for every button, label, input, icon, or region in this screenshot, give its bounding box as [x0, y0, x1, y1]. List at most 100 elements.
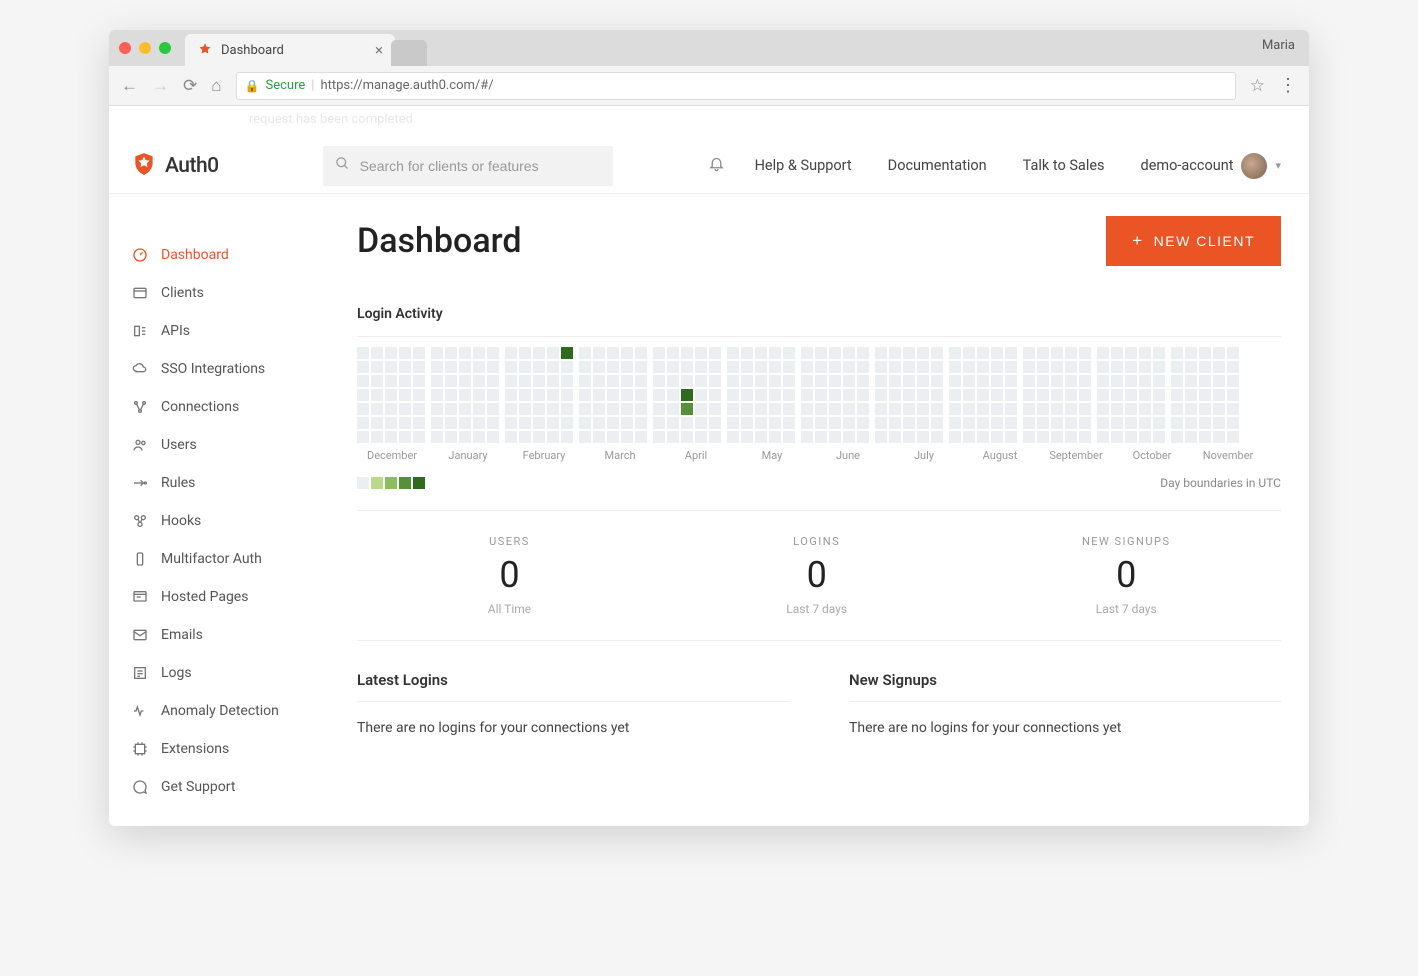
sidebar-item-apis[interactable]: APIs: [131, 312, 329, 350]
heatmap-cell: [607, 403, 619, 415]
address-bar[interactable]: 🔒 Secure | https://manage.auth0.com/#/: [236, 72, 1236, 100]
heatmap-cell: [357, 403, 369, 415]
heatmap-cell: [843, 347, 855, 359]
heatmap-cell: [1111, 347, 1123, 359]
tab-close-icon[interactable]: ×: [375, 41, 383, 59]
heatmap-cell: [741, 417, 753, 429]
sidebar-item-connections[interactable]: Connections: [131, 388, 329, 426]
heatmap-cell: [875, 417, 887, 429]
sidebar-item-hosted[interactable]: Hosted Pages: [131, 578, 329, 616]
heatmap-cell: [931, 389, 943, 401]
heatmap-cell: [741, 403, 753, 415]
sidebar-item-clients[interactable]: Clients: [131, 274, 329, 312]
window-zoom-dot[interactable]: [159, 42, 171, 54]
browser-menu-icon[interactable]: ⋮: [1279, 75, 1297, 96]
heatmap-cell: [949, 361, 961, 373]
sidebar: DashboardClientsAPIsSSO IntegrationsConn…: [109, 106, 329, 826]
heatmap-cell: [371, 403, 383, 415]
heatmap-cell: [949, 347, 961, 359]
sidebar-item-hooks[interactable]: Hooks: [131, 502, 329, 540]
sidebar-item-mfa[interactable]: Multifactor Auth: [131, 540, 329, 578]
sidebar-item-anomaly[interactable]: Anomaly Detection: [131, 692, 329, 730]
sidebar-item-sso[interactable]: SSO Integrations: [131, 350, 329, 388]
heatmap-cell: [963, 347, 975, 359]
heatmap-cell: [681, 347, 693, 359]
talk-to-sales-link[interactable]: Talk to Sales: [1023, 157, 1105, 174]
browser-profile-label[interactable]: Maria: [1262, 38, 1295, 53]
home-button-icon[interactable]: ⌂: [211, 76, 221, 96]
sidebar-item-emails[interactable]: Emails: [131, 616, 329, 654]
window-close-dot[interactable]: [119, 42, 131, 54]
heatmap-cell: [1125, 403, 1137, 415]
sidebar-item-rules[interactable]: Rules: [131, 464, 329, 502]
address-separator: |: [311, 78, 314, 93]
sidebar-item-dashboard[interactable]: Dashboard: [131, 236, 329, 274]
heatmap-cell: [385, 389, 397, 401]
heatmap-cell: [607, 361, 619, 373]
sidebar-item-users[interactable]: Users: [131, 426, 329, 464]
heatmap-cell: [357, 417, 369, 429]
heatmap-cell: [667, 431, 679, 443]
faded-banner-text: request has been completed: [249, 112, 413, 127]
help-support-link[interactable]: Help & Support: [755, 157, 852, 174]
new-client-button[interactable]: + NEW CLIENT: [1106, 216, 1281, 266]
heatmap-cell: [1153, 431, 1165, 443]
back-button-icon[interactable]: ←: [121, 76, 138, 96]
sidebar-item-logs[interactable]: Logs: [131, 654, 329, 692]
sidebar-item-extensions[interactable]: Extensions: [131, 730, 329, 768]
heatmap-cell: [783, 375, 795, 387]
heatmap-cell: [889, 347, 901, 359]
documentation-link[interactable]: Documentation: [888, 157, 987, 174]
logo[interactable]: Auth0: [131, 151, 219, 181]
heatmap-cell: [1051, 375, 1063, 387]
sidebar-item-support[interactable]: Get Support: [131, 768, 329, 806]
heatmap-cell: [1023, 431, 1035, 443]
tenant-switcher[interactable]: demo-account ▾: [1141, 153, 1281, 179]
notifications-bell-icon[interactable]: [708, 155, 725, 177]
heatmap-cell: [903, 347, 915, 359]
heatmap-month-label: May: [737, 449, 807, 462]
window-minimize-dot[interactable]: [139, 42, 151, 54]
heatmap-cell: [755, 375, 767, 387]
stat-card-logins: LOGINS0Last 7 days: [662, 535, 972, 616]
heatmap-cell: [829, 389, 841, 401]
login-activity-heading: Login Activity: [357, 306, 1281, 322]
heatmap-cell: [695, 361, 707, 373]
heatmap-cell: [1097, 347, 1109, 359]
heatmap-cell: [607, 347, 619, 359]
heatmap-cell: [1171, 361, 1183, 373]
heatmap-cell: [931, 347, 943, 359]
heatmap-cell: [1213, 417, 1225, 429]
heatmap-cell: [1023, 347, 1035, 359]
heatmap-cell: [1097, 431, 1109, 443]
reload-button-icon[interactable]: ⟳: [183, 76, 197, 96]
browser-window: Dashboard × Maria ← → ⟳ ⌂ 🔒 Secure | htt…: [109, 30, 1309, 826]
heatmap-cell: [1065, 347, 1077, 359]
heatmap-cell: [505, 431, 517, 443]
heatmap-cell: [977, 431, 989, 443]
heatmap-cell: [1051, 417, 1063, 429]
login-activity-heatmap: DecemberJanuaryFebruaryMarchAprilMayJune…: [357, 336, 1281, 490]
heatmap-cell: [783, 417, 795, 429]
heatmap-cell: [621, 389, 633, 401]
new-tab-button[interactable]: [391, 40, 427, 66]
heatmap-cell: [667, 403, 679, 415]
heatmap-cell: [579, 375, 591, 387]
heatmap-cell: [991, 347, 1003, 359]
search-input[interactable]: [360, 158, 601, 174]
heatmap-cell: [1079, 417, 1091, 429]
bookmark-star-icon[interactable]: ☆: [1250, 76, 1265, 96]
heatmap-month-march: [579, 347, 647, 443]
heatmap-cell: [431, 347, 443, 359]
heatmap-cell: [857, 347, 869, 359]
search-wrap[interactable]: [323, 146, 613, 186]
heatmap-cell: [1051, 347, 1063, 359]
heatmap-cell: [621, 431, 633, 443]
heatmap-cell: [949, 403, 961, 415]
heatmap-cell: [1153, 375, 1165, 387]
heatmap-cell: [1185, 375, 1197, 387]
sidebar-item-label: Rules: [161, 475, 195, 491]
heatmap-cell: [1227, 389, 1239, 401]
browser-tab-active[interactable]: Dashboard ×: [185, 34, 395, 66]
heatmap-cell: [413, 375, 425, 387]
